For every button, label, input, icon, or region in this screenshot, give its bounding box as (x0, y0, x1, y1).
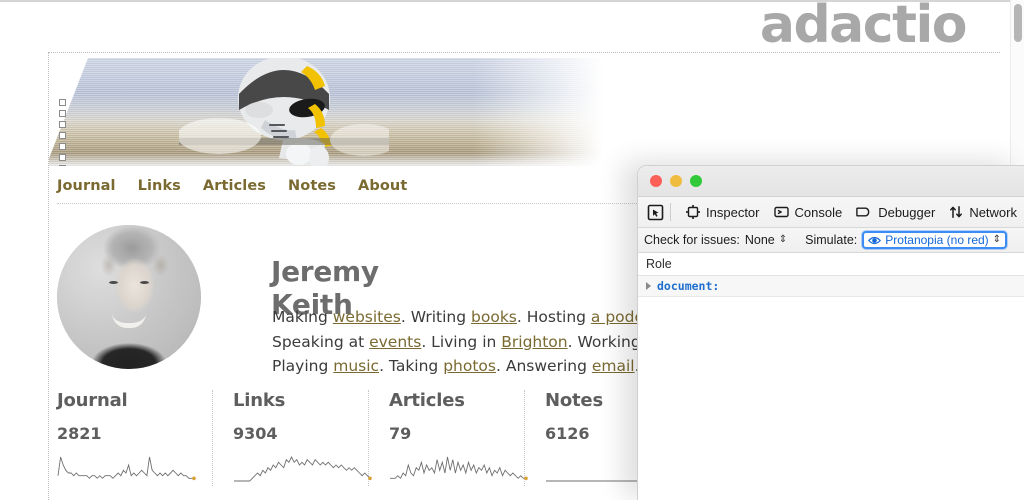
page-scrollbar-thumb[interactable] (1014, 4, 1022, 42)
banner-marker (59, 154, 66, 161)
minimize-traffic-light[interactable] (670, 175, 682, 187)
stepper-arrows-icon: ⇕ (993, 235, 1001, 245)
zoom-traffic-light[interactable] (690, 175, 702, 187)
banner-marker (59, 132, 66, 139)
tab-inspector[interactable]: Inspector (679, 205, 766, 220)
tab-network-label: Network (969, 205, 1017, 220)
element-picker-icon[interactable] (646, 203, 664, 222)
bio-link[interactable]: Brighton (501, 333, 567, 351)
inspector-icon (686, 205, 700, 219)
bio-link[interactable]: websites (333, 308, 401, 326)
close-traffic-light[interactable] (650, 175, 662, 187)
stat-label: Journal (57, 390, 196, 411)
bio-text: Speaking at (272, 333, 369, 351)
stat-label: Links (233, 390, 352, 411)
table-row[interactable]: document: (638, 276, 1024, 297)
console-icon (774, 205, 789, 219)
tab-console[interactable]: Console (767, 205, 850, 220)
bio-text: . Living in (421, 333, 501, 351)
eye-icon (868, 235, 881, 246)
nav-item-articles[interactable]: Articles (203, 178, 266, 194)
tab-debugger[interactable]: Debugger (849, 205, 942, 220)
simulate-value: Protanopia (no red) (885, 233, 988, 247)
accessibility-column-header: Role (638, 253, 1024, 276)
simulate-label: Simulate: (805, 233, 857, 247)
banner-marker (59, 143, 66, 150)
tab-inspector-label: Inspector (706, 205, 759, 220)
bio-link[interactable]: events (369, 333, 421, 351)
sparkline-journal (57, 452, 196, 486)
network-icon (949, 205, 963, 219)
banner-right-fade (473, 58, 653, 166)
nav-item-links[interactable]: Links (138, 178, 181, 194)
sparkline-articles (389, 452, 508, 486)
check-for-issues-label: Check for issues: (644, 233, 740, 247)
stat-label: Articles (389, 390, 508, 411)
bio-text: Playing (272, 357, 333, 375)
bio-text: Making (272, 308, 333, 326)
tab-network[interactable]: Network (942, 205, 1024, 220)
banner-marker (59, 99, 66, 106)
site-logo[interactable]: adactio (760, 0, 966, 51)
nav-item-journal[interactable]: Journal (57, 178, 116, 194)
avatar (57, 225, 201, 369)
banner-marker (59, 165, 66, 166)
banner-left-mask (49, 58, 91, 166)
banner-marker-column (59, 99, 66, 166)
tabbar-divider (670, 203, 671, 221)
check-for-issues-value: None (745, 233, 775, 247)
bio-text: . Hosting (517, 308, 591, 326)
avatar-photo (57, 225, 201, 369)
devtools-tabbar: Inspector Console Debugger (638, 197, 1024, 228)
banner-marker (59, 110, 66, 117)
column-header-role: Role (646, 257, 672, 271)
bio-text: . Answering (496, 357, 592, 375)
stat-value: 9304 (233, 424, 352, 443)
check-for-issues-select[interactable]: None ⇕ (745, 233, 787, 247)
stormtrooper-illustration (179, 58, 389, 166)
banner-marker (59, 121, 66, 128)
bio-text: . Writing (401, 308, 471, 326)
stat-articles[interactable]: Articles 79 (369, 390, 525, 486)
bio-link[interactable]: music (333, 357, 379, 375)
accessibility-tree-body (638, 297, 1024, 500)
stat-value: 79 (389, 424, 508, 443)
screen: adactio (0, 0, 1024, 500)
row-label: document: (657, 279, 719, 293)
bio-link[interactable]: books (471, 308, 517, 326)
sparkline-links (233, 452, 352, 486)
nav-item-about[interactable]: About (358, 178, 407, 194)
banner-image (49, 58, 653, 166)
site-header: adactio (0, 0, 1024, 47)
accessibility-toolbar: Check for issues: None ⇕ Simulate: Prota… (638, 228, 1024, 253)
bio-link[interactable]: email (592, 357, 635, 375)
avatar-eye-left (109, 281, 118, 284)
tab-console-label: Console (795, 205, 843, 220)
stat-value: 2821 (57, 424, 196, 443)
debugger-icon (856, 205, 872, 219)
bio-text: . Taking (379, 357, 443, 375)
simulate-select[interactable]: Protanopia (no red) ⇕ (862, 231, 1007, 249)
devtools-window: Inspector Console Debugger (637, 165, 1024, 500)
chevron-right-icon[interactable] (646, 282, 651, 290)
nav-item-notes[interactable]: Notes (288, 178, 336, 194)
tab-debugger-label: Debugger (878, 205, 935, 220)
stepper-arrows-icon: ⇕ (779, 235, 787, 245)
devtools-titlebar (638, 166, 1024, 197)
stat-journal[interactable]: Journal 2821 (57, 390, 213, 486)
bio-link[interactable]: photos (443, 357, 496, 375)
stat-links[interactable]: Links 9304 (213, 390, 369, 486)
avatar-eye-right (140, 281, 149, 284)
